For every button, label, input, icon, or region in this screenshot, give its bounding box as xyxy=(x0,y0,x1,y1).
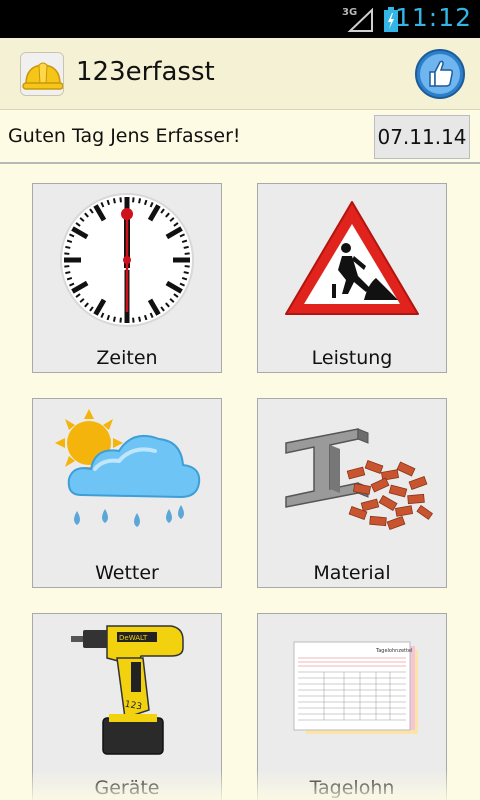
svg-text:Tagelohnzettel: Tagelohnzettel xyxy=(375,648,412,654)
network-type: 3G xyxy=(342,7,358,18)
signal-icon: 3G xyxy=(342,7,374,32)
tile-material[interactable]: Material xyxy=(257,398,447,588)
weather-rain-icon xyxy=(33,399,221,549)
tile-label: Leistung xyxy=(311,347,393,369)
greeting-text: Guten Tag Jens Erfasser! xyxy=(8,125,241,147)
tile-label: Tagelohn xyxy=(309,777,395,799)
tile-zeiten[interactable]: Zeiten xyxy=(32,183,222,373)
app-title: 123erfasst xyxy=(76,57,215,87)
date-button[interactable]: 07.11.14 xyxy=(374,115,470,159)
roadwork-sign-icon xyxy=(258,184,446,334)
tile-label: Material xyxy=(313,562,391,584)
bricks-steel-icon xyxy=(258,399,446,549)
tile-tagelohn[interactable]: Tagelohnzettel Tagelohn xyxy=(257,613,447,800)
tile-label: Zeiten xyxy=(96,347,158,369)
tile-leistung[interactable]: Leistung xyxy=(257,183,447,373)
tile-label: Geräte xyxy=(94,777,160,799)
greeting-bar: Guten Tag Jens Erfasser! 07.11.14 xyxy=(0,110,480,164)
drill-icon: DeWALT 123 xyxy=(33,614,221,764)
hard-hat-icon[interactable] xyxy=(20,52,64,96)
tile-geraete[interactable]: DeWALT 123 Geräte xyxy=(32,613,222,800)
form-document-icon: Tagelohnzettel xyxy=(258,614,446,764)
action-bar: 123erfasst xyxy=(0,38,480,110)
clock-time: 11:12 xyxy=(394,3,472,32)
svg-text:DeWALT: DeWALT xyxy=(119,634,148,642)
status-bar: 3G 11:12 xyxy=(0,0,480,38)
tile-wetter[interactable]: Wetter xyxy=(32,398,222,588)
thumbs-up-icon[interactable] xyxy=(414,48,466,100)
tile-label: Wetter xyxy=(95,562,159,584)
clock-icon xyxy=(33,184,221,334)
